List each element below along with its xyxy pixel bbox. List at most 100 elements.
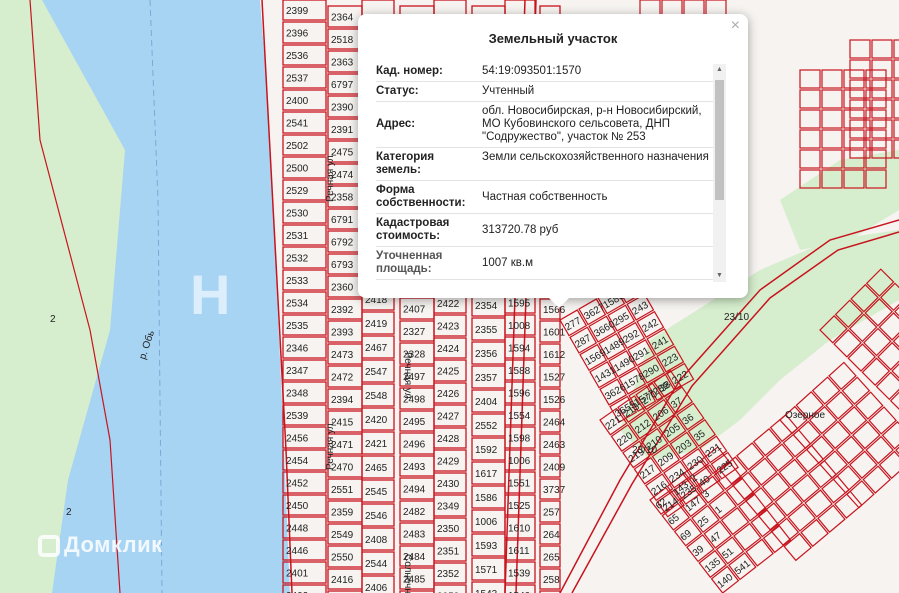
plot-number[interactable]: 1551 — [508, 479, 531, 490]
plot-number[interactable]: 2355 — [475, 325, 498, 336]
popup-scrollbar[interactable]: ▲ ▼ — [713, 64, 726, 282]
plot-number[interactable]: 2452 — [286, 479, 309, 490]
plot-number[interactable]: 2464 — [543, 418, 566, 429]
plot-number[interactable]: 2419 — [365, 319, 388, 330]
plot-number[interactable]: 2536 — [286, 51, 309, 62]
plot-number[interactable]: 2421 — [365, 439, 388, 450]
plot-number[interactable]: 1588 — [508, 366, 531, 377]
plot-number[interactable]: 2346 — [286, 344, 309, 355]
plot-number[interactable]: 2363 — [331, 58, 354, 69]
plot-number[interactable]: 2534 — [286, 299, 309, 310]
plot-number[interactable]: 1539 — [508, 569, 531, 580]
plot-number[interactable]: 2472 — [331, 373, 354, 384]
plot-number[interactable]: 2424 — [437, 344, 460, 355]
plot-number[interactable]: 3737 — [543, 485, 566, 496]
plot-number[interactable]: 2541 — [286, 119, 309, 130]
plot-number[interactable]: 1592 — [475, 445, 498, 456]
plot-number[interactable]: 2423 — [437, 322, 460, 333]
plot-number[interactable]: 264 — [543, 530, 560, 541]
plot-number[interactable]: 2467 — [365, 343, 388, 354]
plot-number[interactable]: 265 — [543, 553, 560, 564]
plot-number[interactable]: 1571 — [475, 565, 498, 576]
plot-number[interactable]: 1595 — [508, 299, 531, 310]
plot-number[interactable]: 2450 — [286, 501, 309, 512]
plot-number[interactable]: 2530 — [286, 209, 309, 220]
plot-number[interactable]: 2399 — [286, 6, 309, 17]
plot-number[interactable]: 2327 — [403, 327, 426, 338]
plot-number[interactable]: 6792 — [331, 238, 354, 249]
plot-number[interactable]: 2391 — [331, 125, 354, 136]
plot-number[interactable]: 1527 — [543, 373, 566, 384]
plot-number[interactable]: 1617 — [475, 469, 498, 480]
scroll-up-icon[interactable]: ▲ — [713, 64, 726, 76]
plot-number[interactable]: 2426 — [437, 389, 460, 400]
plot-number[interactable]: 2544 — [365, 559, 388, 570]
plot-number[interactable]: 2465 — [365, 463, 388, 474]
plot-number[interactable]: 2347 — [286, 366, 309, 377]
plot-number[interactable]: 2401 — [286, 569, 309, 580]
plot-number[interactable]: 2390 — [331, 103, 354, 114]
plot-number[interactable]: 2349 — [437, 502, 460, 513]
plot-number[interactable]: 2545 — [365, 487, 388, 498]
plot-number[interactable]: 2473 — [331, 350, 354, 361]
plot-number[interactable]: 2352 — [437, 569, 460, 580]
plot-number[interactable]: 2420 — [365, 415, 388, 426]
plot-number[interactable]: 2550 — [331, 553, 354, 564]
plot-number[interactable]: 2537 — [286, 74, 309, 85]
plot-number[interactable]: 2392 — [331, 305, 354, 316]
plot-number[interactable]: 2429 — [437, 457, 460, 468]
plot-number[interactable]: 1526 — [543, 395, 566, 406]
plot-number[interactable]: 6797 — [331, 80, 354, 91]
plot-number[interactable]: 2430 — [437, 479, 460, 490]
plot-number[interactable]: 6793 — [331, 260, 354, 271]
plot-number[interactable]: 6791 — [331, 215, 354, 226]
plot-number[interactable]: 2448 — [286, 524, 309, 535]
plot-number[interactable]: 2493 — [403, 462, 426, 473]
plot-number[interactable]: 2546 — [365, 511, 388, 522]
plot-number[interactable]: 2422 — [437, 299, 460, 310]
plot-number[interactable]: 2404 — [475, 397, 498, 408]
plot-number[interactable]: 2532 — [286, 254, 309, 265]
plot-number[interactable]: 2351 — [437, 547, 460, 558]
plot-number[interactable]: 2463 — [543, 440, 566, 451]
scroll-down-icon[interactable]: ▼ — [713, 270, 726, 282]
plot-number[interactable]: 2348 — [286, 389, 309, 400]
plot-number[interactable]: 2483 — [403, 530, 426, 541]
plot-number[interactable]: 1006 — [508, 456, 531, 467]
plot-number[interactable]: 2539 — [286, 411, 309, 422]
plot-number[interactable]: 1586 — [475, 493, 498, 504]
plot-number[interactable]: 2518 — [331, 35, 354, 46]
plot-number[interactable]: 2548 — [365, 391, 388, 402]
plot-number[interactable]: 2551 — [331, 485, 354, 496]
plot-number[interactable]: 2502 — [286, 141, 309, 152]
plot-number[interactable]: 2407 — [403, 305, 426, 316]
plot-number[interactable]: 2400 — [286, 96, 309, 107]
plot-number[interactable]: 1612 — [543, 350, 566, 361]
plot-number[interactable]: 1611 — [508, 546, 530, 557]
plot-number[interactable]: 2547 — [365, 367, 388, 378]
plot-number[interactable]: 2529 — [286, 186, 309, 197]
plot-number[interactable]: 2482 — [403, 507, 426, 518]
plot-number[interactable]: 2364 — [331, 13, 354, 24]
plot-number[interactable]: 2456 — [286, 434, 309, 445]
plot-number[interactable]: 2454 — [286, 456, 309, 467]
plot-number[interactable]: 2494 — [403, 485, 426, 496]
plot-number[interactable]: 1006 — [475, 517, 498, 528]
plot-number[interactable]: 2350 — [437, 524, 460, 535]
plot-number[interactable]: 2359 — [331, 508, 354, 519]
scroll-thumb[interactable] — [715, 80, 724, 200]
plot-number[interactable]: 2496 — [403, 440, 426, 451]
plot-number[interactable]: 2428 — [437, 434, 460, 445]
plot-number[interactable]: 2446 — [286, 546, 309, 557]
plot-number[interactable]: 2427 — [437, 412, 460, 423]
plot-number[interactable]: 2360 — [331, 283, 354, 294]
plot-number[interactable]: 1525 — [508, 501, 531, 512]
plot-number[interactable]: 2356 — [475, 349, 498, 360]
plot-number[interactable]: 1598 — [508, 434, 531, 445]
plot-number[interactable]: 2533 — [286, 276, 309, 287]
plot-number[interactable]: 2406 — [365, 583, 388, 593]
plot-number[interactable]: 2549 — [331, 530, 354, 541]
plot-number[interactable]: 2535 — [286, 321, 309, 332]
plot-number[interactable]: 2357 — [475, 373, 498, 384]
plot-number[interactable]: 1543 — [475, 589, 498, 593]
